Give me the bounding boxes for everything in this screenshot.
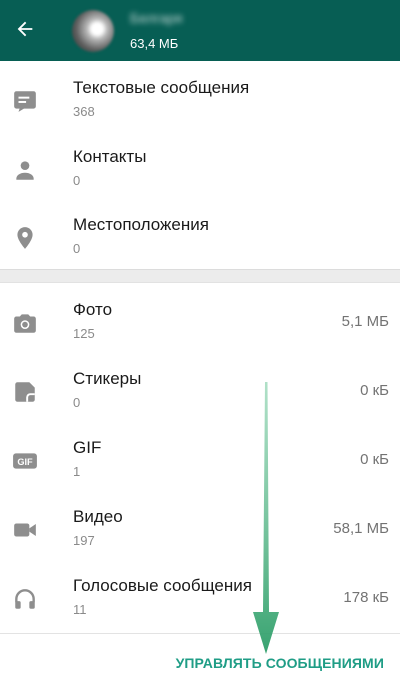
- item-size: 5,1 МБ: [341, 313, 389, 330]
- list-item-voice-messages[interactable]: Голосовые сообщения 11 178 кБ: [0, 568, 400, 636]
- video-camera-icon: [12, 517, 38, 543]
- back-arrow-icon: [17, 21, 33, 37]
- manage-messages-button[interactable]: УПРАВЛЯТЬ СООБЩЕНИЯМИ: [176, 655, 384, 671]
- gif-icon: GIF: [12, 448, 38, 474]
- list-item-videos[interactable]: Видео 197 58,1 МБ: [0, 499, 400, 567]
- item-count: 11: [73, 602, 87, 617]
- list-item-contacts[interactable]: Контакты 0: [0, 139, 400, 207]
- contact-name: Белгаря: [130, 10, 183, 26]
- item-label: Стикеры: [73, 369, 142, 388]
- section-divider: [0, 269, 400, 283]
- contact-avatar[interactable]: [72, 10, 114, 52]
- item-label: Местоположения: [73, 215, 209, 234]
- list-item-stickers[interactable]: Стикеры 0 0 кБ: [0, 361, 400, 429]
- item-label: Фото: [73, 300, 113, 319]
- item-label: Текстовые сообщения: [73, 78, 250, 97]
- item-label: GIF: [73, 438, 102, 457]
- list-item-photos[interactable]: Фото 125 5,1 МБ: [0, 292, 400, 360]
- back-button[interactable]: [10, 13, 40, 45]
- app-bar: Белгаря 63,4 МБ: [0, 0, 400, 61]
- item-size: 0 кБ: [360, 451, 389, 468]
- item-count: 0: [73, 395, 81, 410]
- location-pin-icon: [12, 225, 38, 251]
- sticker-icon: [12, 379, 38, 405]
- storage-usage-screen: Белгаря 63,4 МБ Текстовые сообщения 368 …: [0, 0, 400, 686]
- item-label: Голосовые сообщения: [73, 576, 252, 595]
- camera-icon: [12, 310, 38, 336]
- footer-divider: [0, 633, 400, 634]
- item-count: 368: [73, 104, 95, 119]
- svg-text:GIF: GIF: [17, 457, 33, 467]
- list-item-text-messages[interactable]: Текстовые сообщения 368: [0, 70, 400, 138]
- list-item-locations[interactable]: Местоположения 0: [0, 207, 400, 275]
- item-size: 178 кБ: [343, 589, 389, 606]
- item-count: 1: [73, 464, 81, 479]
- list-item-gifs[interactable]: GIF GIF 1 0 кБ: [0, 430, 400, 498]
- headphones-icon: [12, 586, 38, 612]
- item-count: 197: [73, 533, 95, 548]
- storage-size: 63,4 МБ: [130, 36, 179, 51]
- item-label: Контакты: [73, 147, 147, 166]
- item-count: 125: [73, 326, 95, 341]
- item-size: 58,1 МБ: [333, 520, 389, 537]
- message-icon: [12, 88, 38, 114]
- item-count: 0: [73, 173, 81, 188]
- item-count: 0: [73, 241, 81, 256]
- item-size: 0 кБ: [360, 382, 389, 399]
- item-label: Видео: [73, 507, 123, 526]
- person-icon: [12, 157, 38, 183]
